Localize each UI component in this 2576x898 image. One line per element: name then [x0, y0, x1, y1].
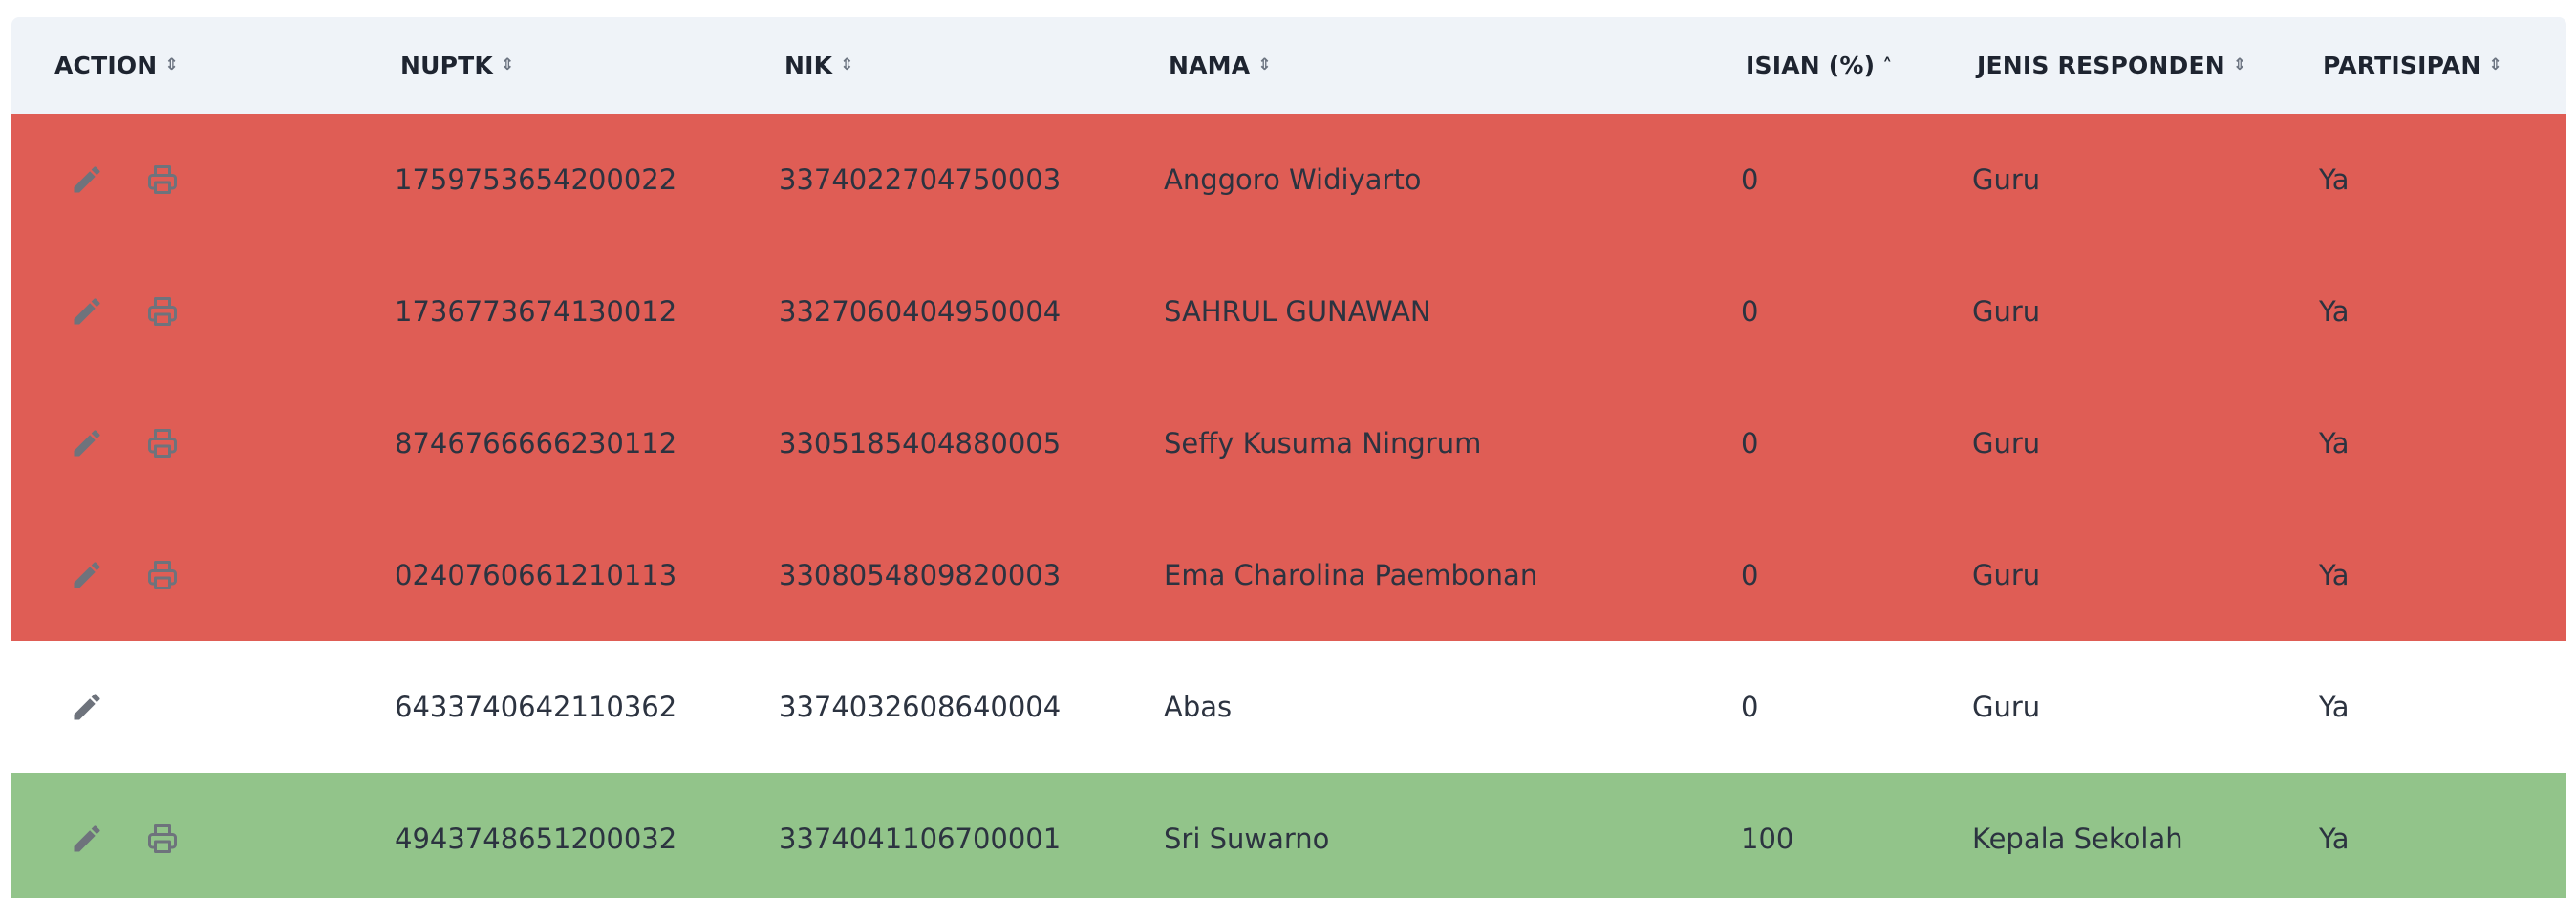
header-isian[interactable]: ISIAN (%) ˄: [1746, 17, 1893, 114]
header-nik-label: NIK: [784, 52, 833, 79]
cell-nama: Anggoro Widiyarto: [1164, 163, 1422, 196]
header-partisipan-label: PARTISIPAN: [2323, 52, 2481, 79]
cell-nuptk: 6433740642110362: [395, 691, 677, 723]
sort-icon: ⇕: [2232, 55, 2247, 75]
cell-jenis-responden: Guru: [1972, 295, 2041, 328]
cell-partisipan: Ya: [2319, 295, 2350, 328]
sort-icon: ⇕: [840, 55, 854, 75]
print-icon[interactable]: [143, 556, 182, 594]
sort-icon: ⇕: [164, 55, 179, 75]
header-nama[interactable]: NAMA ⇕: [1169, 17, 1272, 114]
print-icon[interactable]: [143, 160, 182, 199]
cell-isian: 0: [1741, 295, 1759, 328]
cell-jenis-responden: Guru: [1972, 691, 2041, 723]
print-icon[interactable]: [143, 424, 182, 462]
header-nuptk-label: NUPTK: [400, 52, 493, 79]
header-nuptk[interactable]: NUPTK ⇕: [400, 17, 514, 114]
header-action[interactable]: ACTION ⇕: [54, 17, 179, 114]
print-icon[interactable]: [143, 292, 182, 331]
cell-nik: 3327060404950004: [779, 295, 1062, 328]
cell-isian: 0: [1741, 163, 1759, 196]
table-row: 1736773674130012 3327060404950004 SAHRUL…: [11, 246, 2566, 377]
table-row: 4943748651200032 3374041106700001 Sri Su…: [11, 773, 2566, 898]
table-header: ACTION ⇕ NUPTK ⇕ NIK ⇕ NAMA ⇕ ISIAN (%) …: [11, 17, 2566, 114]
table-row: 8746766666230112 3305185404880005 Seffy …: [11, 377, 2566, 509]
cell-jenis-responden: Guru: [1972, 559, 2041, 591]
table-row: 1759753654200022 3374022704750003 Anggor…: [11, 114, 2566, 246]
cell-partisipan: Ya: [2319, 559, 2350, 591]
cell-partisipan: Ya: [2319, 163, 2350, 196]
table-body: 1759753654200022 3374022704750003 Anggor…: [11, 114, 2566, 898]
header-jenis-responden[interactable]: JENIS RESPONDEN ⇕: [1977, 17, 2246, 114]
edit-icon[interactable]: [68, 424, 106, 462]
edit-icon[interactable]: [68, 688, 106, 726]
cell-jenis-responden: Guru: [1972, 427, 2041, 460]
sort-ascending-icon: ˄: [1882, 53, 1893, 77]
header-action-label: ACTION: [54, 52, 158, 79]
cell-nama: Seffy Kusuma Ningrum: [1164, 427, 1482, 460]
header-nik[interactable]: NIK ⇕: [784, 17, 854, 114]
cell-isian: 0: [1741, 559, 1759, 591]
cell-nik: 3374022704750003: [779, 163, 1062, 196]
table-row: 0240760661210113 3308054809820003 Ema Ch…: [11, 509, 2566, 641]
cell-nuptk: 1736773674130012: [395, 295, 677, 328]
cell-nama: Sri Suwarno: [1164, 823, 1330, 855]
cell-nuptk: 8746766666230112: [395, 427, 677, 460]
cell-nuptk: 4943748651200032: [395, 823, 677, 855]
cell-nuptk: 1759753654200022: [395, 163, 677, 196]
sort-icon: ⇕: [500, 55, 515, 75]
edit-icon[interactable]: [68, 160, 106, 199]
sort-icon: ⇕: [1257, 55, 1272, 75]
cell-nama: Ema Charolina Paembonan: [1164, 559, 1538, 591]
cell-jenis-responden: Guru: [1972, 163, 2041, 196]
print-icon[interactable]: [143, 820, 182, 858]
cell-jenis-responden: Kepala Sekolah: [1972, 823, 2183, 855]
edit-icon[interactable]: [68, 820, 106, 858]
header-partisipan[interactable]: PARTISIPAN ⇕: [2323, 17, 2502, 114]
header-isian-label: ISIAN (%): [1746, 52, 1876, 79]
cell-isian: 0: [1741, 427, 1759, 460]
edit-icon[interactable]: [68, 292, 106, 331]
table-row: 6433740642110362 3374032608640004 Abas 0…: [11, 641, 2566, 773]
cell-partisipan: Ya: [2319, 427, 2350, 460]
cell-nik: 3305185404880005: [779, 427, 1062, 460]
cell-partisipan: Ya: [2319, 691, 2350, 723]
header-jenis-label: JENIS RESPONDEN: [1977, 52, 2225, 79]
cell-nama: SAHRUL GUNAWAN: [1164, 295, 1431, 328]
edit-icon[interactable]: [68, 556, 106, 594]
cell-nik: 3308054809820003: [779, 559, 1062, 591]
header-nama-label: NAMA: [1169, 52, 1251, 79]
cell-nama: Abas: [1164, 691, 1233, 723]
respondent-table: ACTION ⇕ NUPTK ⇕ NIK ⇕ NAMA ⇕ ISIAN (%) …: [11, 17, 2566, 898]
cell-partisipan: Ya: [2319, 823, 2350, 855]
cell-isian: 0: [1741, 691, 1759, 723]
sort-icon: ⇕: [2488, 55, 2502, 75]
cell-nuptk: 0240760661210113: [395, 559, 677, 591]
cell-nik: 3374041106700001: [779, 823, 1062, 855]
cell-nik: 3374032608640004: [779, 691, 1062, 723]
cell-isian: 100: [1741, 823, 1794, 855]
